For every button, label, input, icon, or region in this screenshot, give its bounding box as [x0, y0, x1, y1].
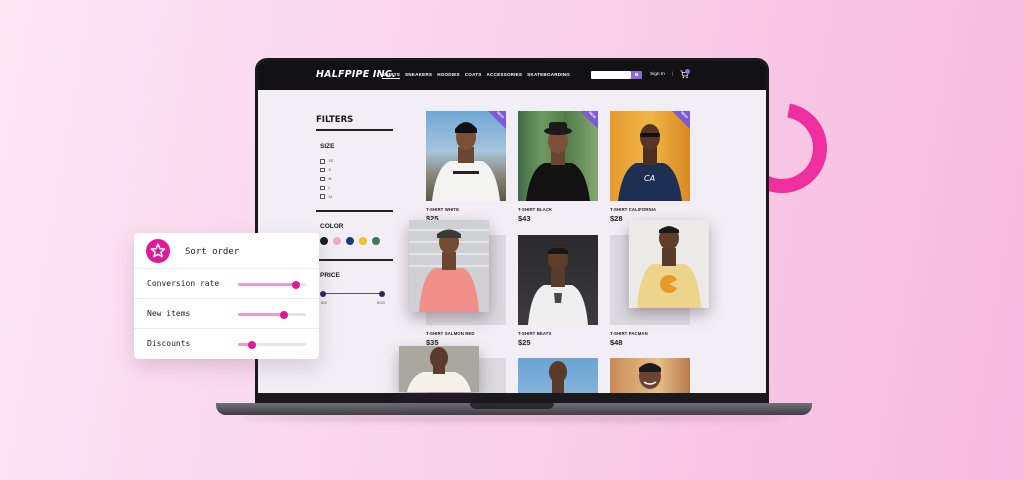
sort-order-title: Sort order — [185, 247, 240, 257]
slider-thumb[interactable] — [280, 310, 289, 319]
price-max-label: $100 — [377, 301, 385, 305]
product-price: $43 — [518, 214, 531, 223]
color-swatch-navy[interactable] — [346, 237, 354, 245]
product-card[interactable] — [518, 358, 598, 393]
slider-thumb[interactable] — [291, 280, 300, 289]
sort-row-label: New items — [147, 309, 191, 318]
conversion-rate-slider[interactable] — [238, 280, 306, 289]
product-price: $48 — [610, 338, 623, 347]
salmon-shirt-photo — [409, 220, 489, 312]
search-input[interactable] — [591, 71, 631, 79]
laptop-notch — [470, 403, 554, 409]
color-swatch-green[interactable] — [372, 237, 380, 245]
color-swatch-pink[interactable] — [333, 237, 341, 245]
product-price: $25 — [518, 338, 531, 347]
nav-link-skateboarding[interactable]: SKATEBOARDING — [527, 72, 570, 79]
nav-links: SHIRTS SNEAKERS HOODIES COATS ACCESSORIE… — [382, 72, 570, 79]
size-option[interactable]: M — [320, 175, 333, 184]
svg-text:CA: CA — [644, 174, 655, 183]
sort-row-conversion-rate: Conversion rate — [134, 268, 319, 298]
laptop-shadow — [240, 414, 788, 422]
price-filter-label: PRICE — [320, 272, 340, 279]
size-checkbox[interactable] — [320, 194, 325, 199]
product-image[interactable] — [518, 235, 598, 325]
sign-in-link[interactable]: Sign In — [650, 72, 665, 77]
divider — [316, 210, 393, 212]
price-min-label: $15 — [321, 301, 327, 305]
color-swatch-yellow[interactable] — [359, 237, 367, 245]
product-photo — [639, 363, 661, 389]
size-checkbox[interactable] — [320, 159, 325, 164]
search-button[interactable] — [631, 71, 642, 79]
product-name[interactable]: T-SHIRT SALMON RED — [426, 331, 506, 336]
size-filter-list: XS S M L XL — [320, 157, 333, 201]
price-max-handle[interactable] — [379, 290, 385, 297]
nav-link-coats[interactable]: COATS — [465, 72, 482, 79]
nav-separator: | — [672, 72, 674, 77]
product-card[interactable]: T-SHIRT BEATS $25 — [518, 235, 598, 347]
product-photo — [549, 361, 567, 393]
nav-link-shirts[interactable]: SHIRTS — [382, 72, 401, 79]
product-name[interactable]: T-SHIRT WHITE — [426, 207, 506, 212]
size-option[interactable]: XS — [320, 157, 333, 166]
product-image[interactable] — [610, 358, 690, 393]
slider-thumb[interactable] — [247, 340, 256, 349]
sort-row-label: Conversion rate — [147, 279, 220, 288]
product-image[interactable] — [518, 358, 598, 393]
color-swatch-black[interactable] — [320, 237, 328, 245]
product-image[interactable]: NEW! — [518, 111, 598, 201]
product-photo — [528, 247, 588, 325]
product-image[interactable]: CA NEW! — [610, 111, 690, 201]
size-checkbox[interactable] — [320, 185, 325, 191]
size-option-label: XL — [328, 194, 333, 199]
floating-product-photo — [399, 346, 479, 392]
size-option-label: L — [328, 185, 331, 190]
product-name[interactable]: T-SHIRT PACMAN — [610, 331, 690, 336]
discounts-slider[interactable] — [238, 340, 306, 349]
size-option-label: S — [328, 168, 331, 173]
divider — [316, 259, 393, 261]
slider-fill — [238, 283, 296, 286]
sort-row-discounts: Discounts — [134, 328, 319, 358]
filters-title: FILTERS — [316, 115, 354, 125]
sort-row-new-items: New items — [134, 298, 319, 328]
product-name[interactable]: T-SHIRT CALIFORNIA — [610, 207, 690, 212]
sort-row-label: Discounts — [147, 339, 191, 348]
nav-link-hoodies[interactable]: HOODIES — [437, 72, 460, 79]
divider — [316, 129, 393, 131]
star-icon — [146, 239, 170, 263]
size-option-label: XS — [328, 159, 334, 164]
product-name[interactable]: T-SHIRT BLACK — [518, 207, 598, 212]
product-card[interactable]: NEW! T-SHIRT BLACK $43 — [518, 111, 598, 223]
size-option[interactable]: S — [320, 166, 333, 175]
product-card[interactable]: NEW! T-SHIRT WHITE $25 — [426, 111, 506, 223]
size-option[interactable]: XL — [320, 192, 333, 201]
color-swatches — [320, 237, 380, 245]
nav-link-accessories[interactable]: ACCESSORIES — [487, 72, 523, 79]
new-items-slider[interactable] — [238, 310, 306, 319]
sort-order-panel: Sort order Conversion rate New items Dis… — [134, 233, 319, 359]
search-icon — [635, 73, 638, 76]
site-navbar: HALFPIPE INC. SHIRTS SNEAKERS HOODIES CO… — [258, 61, 766, 90]
white-shirt-photo — [399, 346, 479, 392]
size-filter-label: SIZE — [320, 143, 335, 150]
size-checkbox[interactable] — [320, 176, 325, 182]
size-option[interactable]: L — [320, 183, 333, 192]
cart-count-badge — [685, 69, 690, 74]
product-image[interactable]: NEW! — [426, 111, 506, 201]
color-filter-label: COLOR — [320, 223, 344, 230]
slider-fill — [238, 313, 285, 316]
product-name[interactable]: T-SHIRT BEATS — [518, 331, 598, 336]
price-range-track — [322, 293, 382, 294]
product-card[interactable] — [610, 358, 690, 393]
size-checkbox[interactable] — [320, 167, 325, 173]
product-card[interactable]: CA NEW! T-SHIRT CALIFORNIA $28 — [610, 111, 690, 223]
floating-product-photo — [629, 220, 709, 308]
nav-link-sneakers[interactable]: SNEAKERS — [405, 72, 432, 79]
pacman-shirt-photo — [629, 220, 709, 308]
price-min-handle[interactable] — [320, 290, 326, 297]
size-option-label: M — [328, 176, 332, 181]
floating-product-photo — [409, 220, 489, 312]
